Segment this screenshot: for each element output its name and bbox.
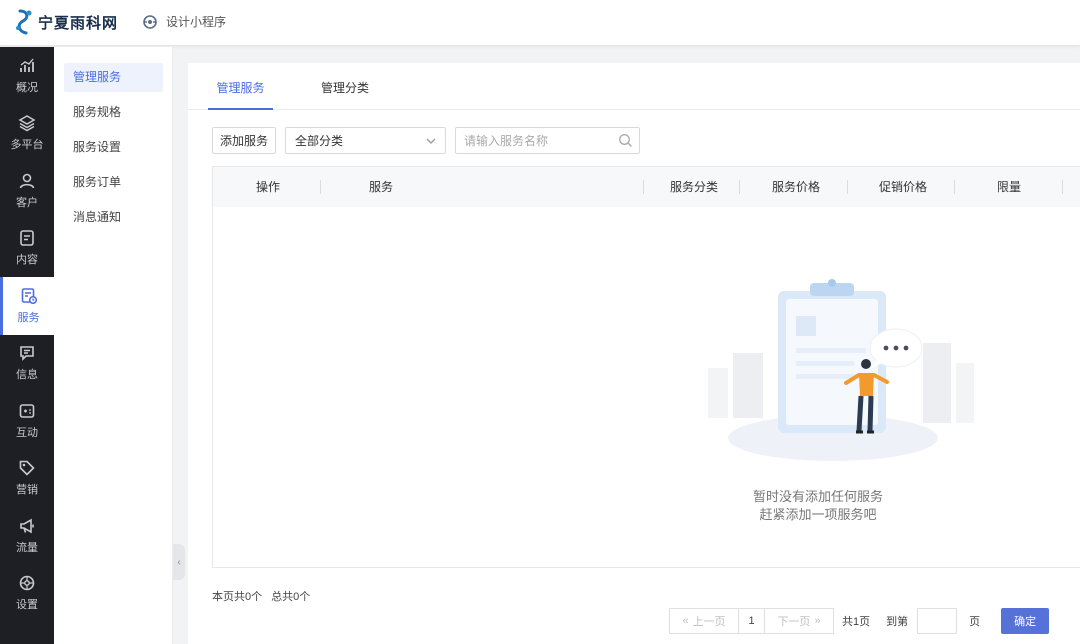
empty-state-line-2: 赶紧添加一项服务吧 — [759, 507, 877, 522]
nav-item-traffic[interactable]: 流量 — [0, 507, 54, 565]
nav-label: 流量 — [16, 541, 38, 554]
nav-item-marketing[interactable]: 营销 — [0, 450, 54, 508]
nav-label: 多平台 — [10, 139, 44, 152]
user-icon — [19, 173, 35, 189]
layers-icon — [18, 115, 36, 132]
category-select-value: 全部分类 — [295, 134, 344, 148]
document-icon — [20, 230, 34, 247]
nav-label: 设置 — [16, 599, 38, 612]
page-count: 本页共0个 — [212, 591, 263, 603]
logo-icon — [16, 9, 32, 35]
nav-label: 客户 — [16, 196, 38, 209]
tag-icon — [19, 460, 35, 476]
page-summary: 本页共0个 总共0个 — [212, 588, 310, 604]
nav-item-settings[interactable]: 设置 — [0, 565, 54, 623]
add-service-button[interactable]: 添加服务 — [212, 127, 276, 154]
column-header: 操作 — [256, 180, 281, 194]
primary-nav: 概况 多平台 客户 内容 服务 信息 互动 营销 流量 设置 — [0, 47, 54, 644]
nav-item-services[interactable]: 服务 — [0, 277, 54, 335]
nav-item-multiplatform[interactable]: 多平台 — [0, 105, 54, 163]
column-header: 服务 — [369, 180, 394, 194]
service-icon — [21, 287, 37, 304]
search-input[interactable] — [456, 128, 606, 153]
subnav-item-manage-services[interactable]: 管理服务 — [64, 63, 163, 92]
column-divider — [739, 180, 740, 194]
nav-item-messages[interactable]: 信息 — [0, 335, 54, 393]
gear-icon — [19, 575, 35, 591]
megaphone-icon — [20, 518, 34, 534]
column-header: 服务分类 — [670, 180, 719, 194]
secondary-nav: 管理服务 服务规格 服务设置 服务订单 消息通知 — [54, 47, 173, 644]
empty-state-line-1: 暂时没有添加任何服务 — [752, 489, 883, 504]
gamepad-icon — [19, 403, 35, 418]
design-mini-app-link[interactable]: 设计小程序 — [142, 13, 226, 30]
prev-page-button[interactable]: « 上一页 — [669, 608, 739, 634]
chart-icon — [20, 58, 34, 72]
nav-item-overview[interactable]: 概况 — [0, 47, 54, 105]
prev-page-label: 上一页 — [692, 616, 726, 628]
chevron-left-icon: ‹ — [177, 556, 181, 568]
column-divider — [643, 180, 644, 194]
tab-manage-categories[interactable]: 管理分类 — [321, 63, 369, 110]
collapse-sidebar-handle[interactable]: ‹ — [173, 544, 185, 580]
subnav-item-notifications[interactable]: 消息通知 — [64, 203, 163, 232]
nav-label: 营销 — [16, 484, 38, 497]
empty-state-message: 暂时没有添加任何服务 赶紧添加一项服务吧 — [738, 488, 898, 524]
tab-manage-services[interactable]: 管理服务 — [208, 63, 273, 110]
brand-logo[interactable]: 宁夏雨科网 — [14, 8, 118, 36]
nav-label: 信息 — [16, 369, 38, 382]
nav-label: 概况 — [16, 81, 38, 94]
next-page-button[interactable]: 下一页 » — [764, 608, 834, 634]
column-divider — [1062, 180, 1063, 194]
subnav-item-service-orders[interactable]: 服务订单 — [64, 168, 163, 197]
table-header: 操作 服务 服务分类 服务价格 促销价格 限量 — [213, 167, 1080, 207]
nav-label: 互动 — [16, 426, 38, 439]
nav-item-interaction[interactable]: 互动 — [0, 392, 54, 450]
column-header: 限量 — [997, 180, 1022, 194]
category-select[interactable]: 全部分类 — [285, 127, 446, 154]
column-divider — [320, 180, 321, 194]
brand-name: 宁夏雨科网 — [38, 13, 119, 32]
page-unit-label: 页 — [969, 616, 981, 628]
current-page[interactable]: 1 — [739, 608, 764, 634]
nav-label: 内容 — [16, 254, 38, 267]
total-pages: 共1页 — [842, 616, 871, 628]
subnav-item-service-settings[interactable]: 服务设置 — [64, 133, 163, 162]
double-chevron-right-icon: » — [814, 615, 821, 627]
main-panel: 管理服务 管理分类 添加服务 全部分类 操作 服务 服务分类 服务价格 促销价格… — [188, 63, 1080, 644]
goto-page-input[interactable] — [917, 608, 958, 634]
subnav-item-service-specs[interactable]: 服务规格 — [64, 98, 163, 127]
message-icon — [20, 346, 34, 362]
column-header: 促销价格 — [879, 180, 928, 194]
tab-bar: 管理服务 管理分类 — [188, 63, 1080, 110]
column-divider — [847, 180, 848, 194]
goto-label: 到第 — [886, 616, 909, 628]
confirm-goto-button[interactable]: 确定 — [1001, 608, 1050, 634]
chevron-down-icon — [426, 138, 436, 144]
top-bar: 宁夏雨科网 设计小程序 — [0, 0, 1080, 46]
total-count: 总共0个 — [271, 591, 311, 603]
search-icon[interactable] — [618, 133, 633, 148]
mini-app-label: 设计小程序 — [166, 15, 227, 29]
mini-program-icon — [143, 14, 157, 29]
pagination: « 上一页 1 下一页 » 共1页 到第 页 确定 — [669, 608, 1050, 634]
service-search — [455, 127, 640, 154]
nav-item-content[interactable]: 内容 — [0, 220, 54, 278]
nav-item-customers[interactable]: 客户 — [0, 162, 54, 220]
column-header: 服务价格 — [772, 180, 821, 194]
double-chevron-left-icon: « — [682, 615, 689, 627]
nav-label: 服务 — [17, 311, 40, 324]
empty-state-illustration — [708, 279, 974, 461]
next-page-label: 下一页 — [777, 616, 811, 628]
column-divider — [954, 180, 955, 194]
